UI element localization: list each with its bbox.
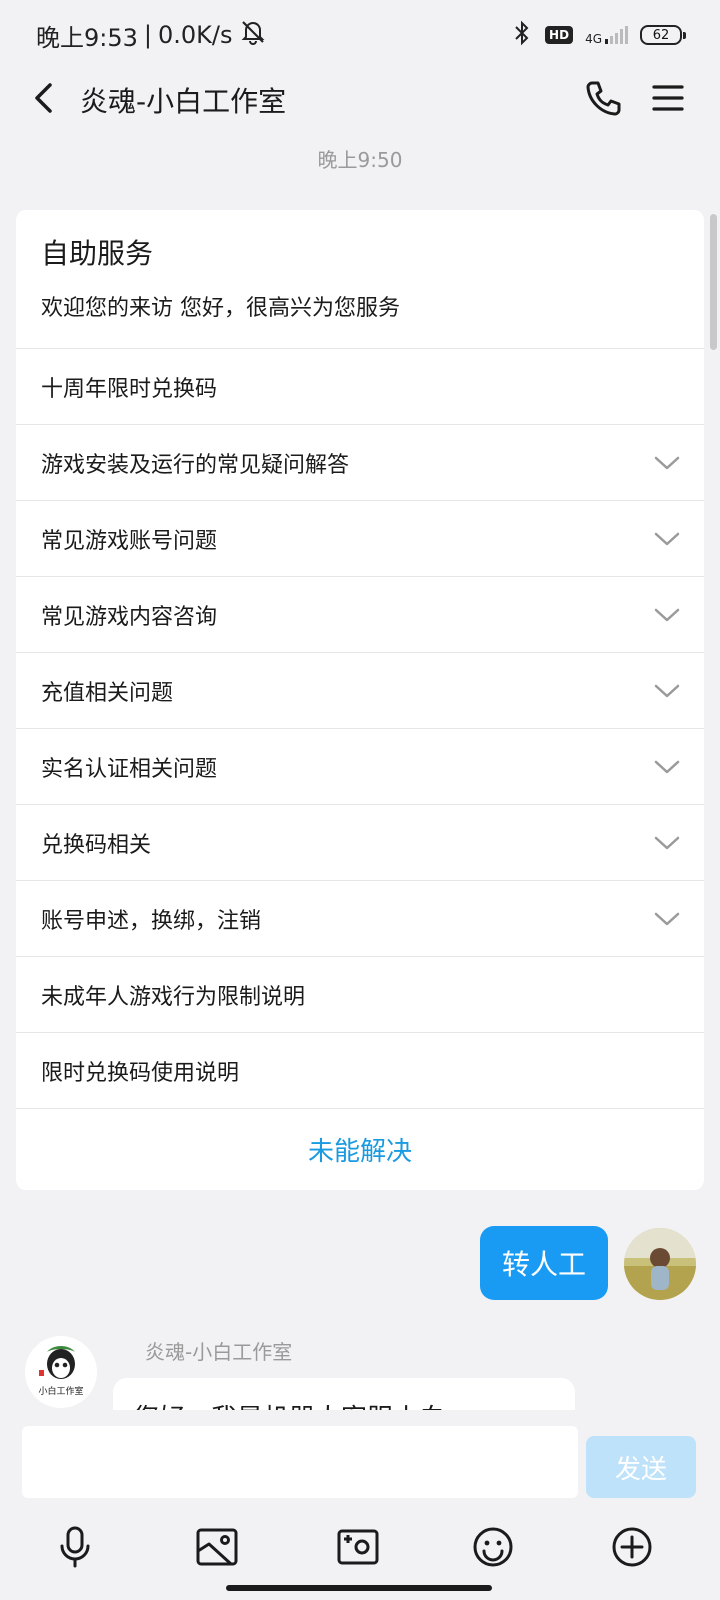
status-separator: | — [143, 21, 152, 49]
microphone-icon — [60, 1526, 90, 1568]
faq-item-label: 充值相关问题 — [41, 680, 174, 706]
bluetooth-icon — [511, 20, 533, 50]
message-input[interactable] — [22, 1426, 578, 1498]
call-button[interactable] — [584, 78, 624, 118]
bot-avatar[interactable]: 小白工作室 — [25, 1336, 97, 1408]
faq-item-label: 兑换码相关 — [41, 832, 152, 858]
camera-button[interactable] — [333, 1522, 383, 1572]
scrollbar[interactable] — [710, 214, 717, 350]
my-message-bubble[interactable]: 转人工 — [480, 1226, 608, 1300]
network-type: 4G — [585, 32, 602, 46]
camera-icon — [337, 1529, 379, 1565]
status-right: HD 4G 62 — [511, 20, 686, 50]
hamburger-menu-icon — [652, 85, 684, 111]
voice-button[interactable] — [50, 1522, 100, 1572]
faq-item-label: 游戏安装及运行的常见疑问解答 — [41, 452, 350, 478]
faq-item-label: 限时兑换码使用说明 — [41, 1060, 240, 1086]
input-bar: 发送 — [0, 1410, 720, 1600]
faq-item[interactable]: 兑换码相关 — [16, 804, 704, 880]
self-service-card: 自助服务 欢迎您的来访 您好，很高兴为您服务 十周年限时兑换码 游戏安装及运行的… — [16, 210, 704, 1190]
card-subtitle: 欢迎您的来访 您好，很高兴为您服务 — [41, 296, 400, 321]
send-button[interactable]: 发送 — [586, 1436, 696, 1498]
faq-item[interactable]: 限时兑换码使用说明 — [16, 1032, 704, 1108]
smiley-icon — [473, 1527, 513, 1567]
more-button[interactable] — [607, 1522, 657, 1572]
back-button[interactable] — [24, 78, 64, 118]
bot-avatar-caption: 小白工作室 — [38, 1387, 84, 1397]
chevron-down-icon — [654, 754, 680, 780]
status-left: 晚上9:53 | 0.0K/s — [36, 18, 267, 53]
chevron-down-icon — [654, 602, 680, 628]
image-icon — [196, 1528, 238, 1566]
home-indicator[interactable] — [226, 1585, 492, 1591]
signal-icon: 4G — [585, 25, 628, 45]
chevron-down-icon — [654, 450, 680, 476]
plus-circle-icon — [612, 1527, 652, 1567]
faq-item[interactable]: 实名认证相关问题 — [16, 728, 704, 804]
faq-item[interactable]: 常见游戏账号问题 — [16, 500, 704, 576]
image-button[interactable] — [192, 1522, 242, 1572]
battery-indicator: 62 — [640, 25, 686, 45]
faq-item-label: 常见游戏内容咨询 — [41, 604, 218, 630]
chat-header: 炎魂-小白工作室 — [0, 70, 720, 128]
status-time: 晚上9:53 — [36, 23, 138, 52]
faq-item[interactable]: 未成年人游戏行为限制说明 — [16, 956, 704, 1032]
chevron-down-icon — [654, 526, 680, 552]
my-avatar[interactable] — [624, 1228, 696, 1300]
chevron-down-icon — [654, 906, 680, 932]
emoji-button[interactable] — [468, 1522, 518, 1572]
chevron-left-icon — [35, 83, 52, 113]
toolbar — [0, 1522, 720, 1582]
faq-item-label: 常见游戏账号问题 — [41, 528, 218, 554]
faq-item-label: 十周年限时兑换码 — [41, 376, 218, 402]
muted-bell-icon — [239, 19, 267, 51]
chevron-down-icon — [654, 830, 680, 856]
faq-item-label: 未成年人游戏行为限制说明 — [41, 984, 306, 1010]
message-timestamp: 晚上9:50 — [317, 148, 403, 172]
more-menu-button[interactable] — [648, 78, 688, 118]
battery-level: 62 — [652, 27, 670, 43]
card-title: 自助服务 — [41, 237, 154, 270]
faq-item[interactable]: 常见游戏内容咨询 — [16, 576, 704, 652]
faq-item-label: 实名认证相关问题 — [41, 756, 218, 782]
faq-item[interactable]: 十周年限时兑换码 — [16, 348, 704, 424]
unsolved-button[interactable]: 未能解决 — [16, 1108, 704, 1190]
my-message-text: 转人工 — [501, 1248, 586, 1281]
chat-title: 炎魂-小白工作室 — [80, 85, 287, 118]
faq-item[interactable]: 充值相关问题 — [16, 652, 704, 728]
chevron-down-icon — [654, 678, 680, 704]
faq-item[interactable]: 游戏安装及运行的常见疑问解答 — [16, 424, 704, 500]
faq-item[interactable]: 账号申述，换绑，注销 — [16, 880, 704, 956]
faq-item-label: 账号申述，换绑，注销 — [41, 908, 262, 934]
phone-icon — [586, 81, 621, 116]
network-speed: 0.0K/s — [158, 21, 233, 49]
bot-sender-name: 炎魂-小白工作室 — [145, 1340, 293, 1364]
faq-list: 十周年限时兑换码 游戏安装及运行的常见疑问解答 常见游戏账号问题 常见游戏内容咨… — [16, 348, 704, 1108]
hd-badge: HD — [545, 26, 574, 44]
status-bar: 晚上9:53 | 0.0K/s HD 4G 62 — [0, 0, 720, 70]
